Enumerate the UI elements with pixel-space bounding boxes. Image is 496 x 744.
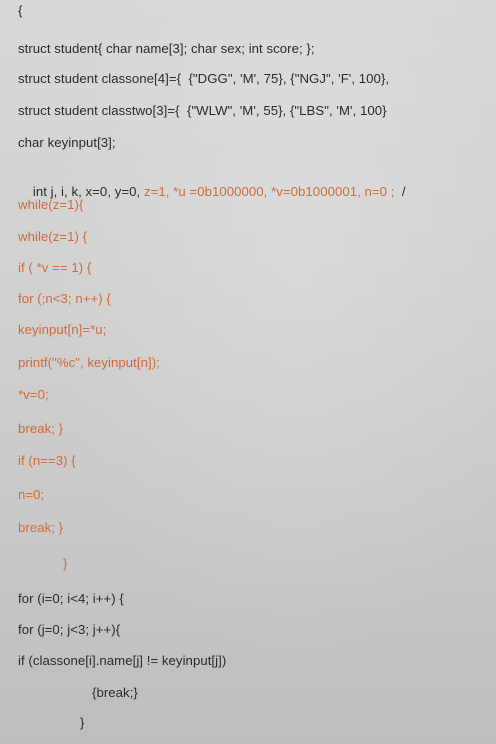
code-text: } [80, 715, 85, 730]
code-line: while(z=1){ [18, 196, 496, 214]
code-text: struct student classtwo[3]={ {"WLW", 'M'… [18, 103, 387, 118]
code-line: char keyinput[3]; [18, 134, 496, 152]
code-line: keyinput[n]=*u; [18, 321, 496, 339]
code-text: n=0; [18, 487, 45, 502]
code-line: *v=0; [18, 386, 496, 404]
code-line: break; } [18, 519, 496, 537]
code-text: char keyinput[3]; [18, 135, 116, 150]
code-line: {break;} [92, 684, 496, 702]
code-text: for (j=0; j<3; j++){ [18, 622, 121, 637]
code-text: for (i=0; i<4; i++) { [18, 591, 124, 606]
code-line: if (n==3) { [18, 452, 496, 470]
code-line: struct student classtwo[3]={ {"WLW", 'M'… [18, 102, 496, 120]
code-line: for (j=0; j<3; j++){ [18, 621, 496, 639]
code-text: } [63, 556, 68, 571]
code-text: keyinput[n]=*u; [18, 322, 107, 337]
code-listing-page: { struct student{ char name[3]; char sex… [0, 0, 496, 744]
code-text: struct student{ char name[3]; char sex; … [18, 41, 315, 56]
code-text: if (classone[i].name[j] != keyinput[j]) [18, 653, 227, 668]
code-line: n=0; [18, 486, 496, 504]
code-line: { [18, 2, 496, 20]
code-text: if ( *v == 1) { [18, 260, 92, 275]
code-text: while(z=1){ [18, 197, 84, 212]
code-text: { [18, 3, 23, 18]
code-text: printf("%c", keyinput[n]); [18, 355, 160, 370]
code-line: for (;n<3; n++) { [18, 290, 496, 308]
code-text: break; } [18, 520, 64, 535]
code-line: if (classone[i].name[j] != keyinput[j]) [18, 652, 496, 670]
code-text: break; } [18, 421, 64, 436]
code-line: struct student{ char name[3]; char sex; … [18, 40, 496, 58]
code-line: } [80, 714, 496, 732]
code-text: for (;n<3; n++) { [18, 291, 111, 306]
code-text: while(z=1) { [18, 229, 88, 244]
code-text: struct student classone[4]={ {"DGG", 'M'… [18, 71, 390, 86]
code-text: *v=0; [18, 387, 49, 402]
code-line: struct student classone[4]={ {"DGG", 'M'… [18, 70, 496, 88]
code-line: break; } [18, 420, 496, 438]
code-line: printf("%c", keyinput[n]); [18, 354, 496, 372]
code-text: {break;} [92, 685, 138, 700]
code-line: } [63, 555, 496, 573]
code-line: for (i=0; i<4; i++) { [18, 590, 496, 608]
code-text: if (n==3) { [18, 453, 76, 468]
code-line: if ( *v == 1) { [18, 259, 496, 277]
code-line: while(z=1) { [18, 228, 496, 246]
